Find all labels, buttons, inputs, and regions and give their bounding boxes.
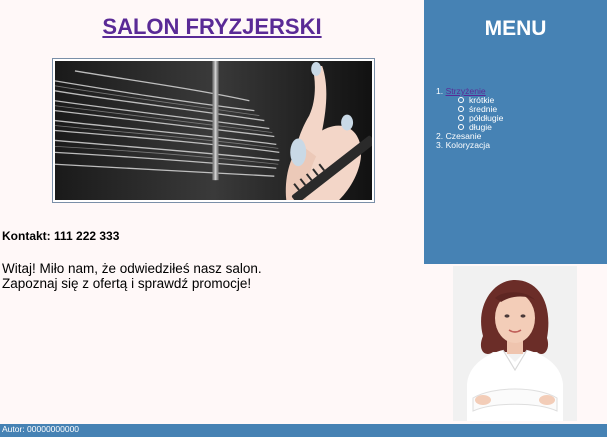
welcome-line-2: Zapoznaj się z ofertą i sprawdź promocje… <box>2 276 252 291</box>
main-content: SALON FRYZJERSKI Kontakt: 111 222 333 Wi… <box>0 0 424 424</box>
welcome-line-1: Witaj! Miło nam, że odwiedziłeś nasz sal… <box>2 261 262 276</box>
page-title-link[interactable]: SALON FRYZJERSKI <box>102 14 321 39</box>
menu-item-number: 3. <box>436 140 444 150</box>
haircut-photo-image <box>55 61 372 200</box>
menu-item-label: Koloryzacja <box>445 140 490 150</box>
menu-item-number: 1. <box>436 86 444 96</box>
welcome-message: Witaj! Miło nam, że odwiedziłeś nasz sal… <box>2 261 262 291</box>
page-title: SALON FRYZJERSKI <box>0 14 424 40</box>
haircut-photo <box>52 58 375 203</box>
menu-panel: MENU 1. Strzyżenie krótkie średnie półdł… <box>424 0 607 264</box>
submenu-strzyzenie: krótkie średnie półdługie długie <box>458 96 503 132</box>
menu-list: 1. Strzyżenie krótkie średnie półdługie … <box>436 87 503 150</box>
footer-author: Autor: 00000000000 <box>2 424 80 434</box>
hairdresser-portrait-image <box>453 266 577 421</box>
footer: Autor: 00000000000 <box>0 424 607 437</box>
contact-info: Kontakt: 111 222 333 <box>2 229 120 243</box>
menu-item-strzyzenie: 1. Strzyżenie krótkie średnie półdługie … <box>436 87 503 132</box>
menu-title: MENU <box>484 17 547 40</box>
menu-item-koloryzacja[interactable]: 3. Koloryzacja <box>436 141 503 150</box>
hairdresser-portrait <box>453 266 577 421</box>
